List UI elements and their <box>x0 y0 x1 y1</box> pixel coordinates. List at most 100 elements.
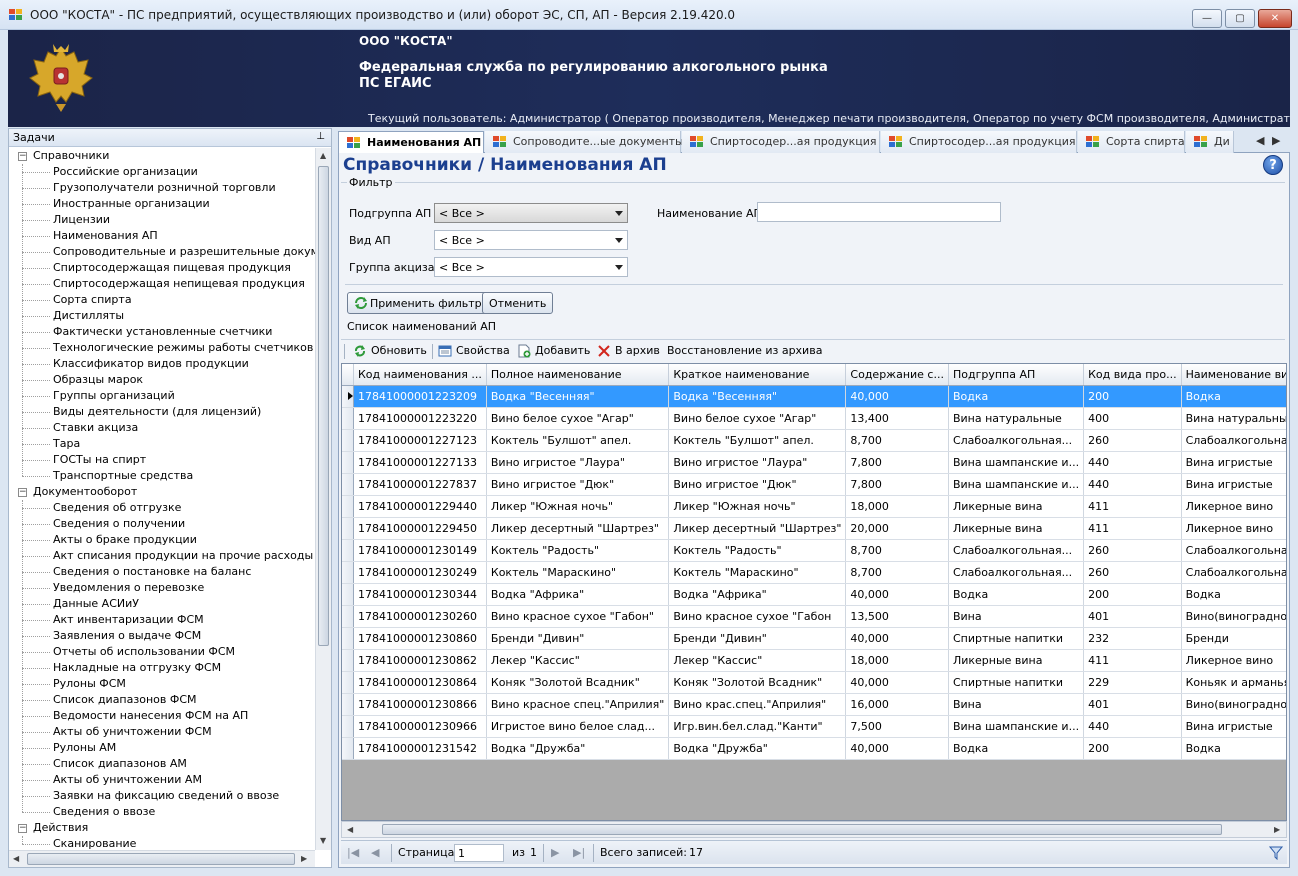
tab-1[interactable]: Сопроводите...ые документы <box>485 131 684 153</box>
table-row[interactable]: 17841000001230866 Вино красное спец."Апри… <box>342 693 1286 716</box>
tree-item[interactable]: ГОСТы на спирт <box>9 452 315 468</box>
tree-item[interactable]: Сканирование <box>9 836 315 850</box>
table-cell[interactable]: Вино игристое "Лаура" <box>486 451 670 474</box>
table-cell[interactable]: Коктель "Булшот" апел. <box>486 429 670 452</box>
last-page-icon[interactable]: ▶| <box>573 846 585 859</box>
table-cell[interactable]: 40,000 <box>845 583 949 606</box>
table-cell[interactable]: 401 <box>1083 693 1182 716</box>
tree-item[interactable]: Отчеты об использовании ФСМ <box>9 644 315 660</box>
table-cell[interactable]: Коктель "Булшот" апел. <box>668 429 847 452</box>
tab-5[interactable]: Ди <box>1186 131 1234 153</box>
scroll-left-icon[interactable]: ◀ <box>13 854 19 863</box>
table-cell[interactable]: Водка "Дружба" <box>668 737 847 760</box>
maximize-button[interactable]: ▢ <box>1225 9 1255 28</box>
table-cell[interactable]: Вино белое сухое "Агар" <box>486 407 670 430</box>
table-cell[interactable]: Игр.вин.бел.слад."Канти" <box>668 715 847 738</box>
table-row[interactable]: 17841000001223220 Вино белое сухое "Агар"… <box>342 407 1286 430</box>
help-icon[interactable]: ? <box>1263 155 1283 175</box>
table-cell[interactable]: Коняк "Золотой Всадник" <box>486 671 670 694</box>
column-header[interactable]: Код наименования ... <box>353 364 487 386</box>
tree-item[interactable]: Наименования АП <box>9 228 315 244</box>
scroll-thumb[interactable] <box>27 853 295 865</box>
table-row[interactable]: 17841000001231542 Водка "Дружба" Водка "Др… <box>342 737 1286 760</box>
table-cell[interactable]: Слабоалкогольная... <box>948 429 1085 452</box>
table-cell[interactable]: Вино белое сухое "Агар" <box>668 407 847 430</box>
table-cell[interactable]: 17841000001229450 <box>353 517 487 540</box>
tree-item[interactable]: Заявления о выдаче ФСМ <box>9 628 315 644</box>
table-cell[interactable]: 232 <box>1083 627 1182 650</box>
table-cell[interactable]: 8,700 <box>845 429 949 452</box>
table-cell[interactable]: 260 <box>1083 561 1182 584</box>
table-cell[interactable]: Ликерное вино <box>1181 649 1286 672</box>
excise-select[interactable]: < Все > <box>434 257 628 277</box>
table-cell[interactable]: Водка <box>1181 583 1286 606</box>
table-row[interactable]: 17841000001227837 Вино игристое "Дюк" Вино… <box>342 473 1286 496</box>
table-cell[interactable]: Лекер "Кассис" <box>668 649 847 672</box>
tree-group[interactable]: − Документооборот <box>9 484 315 500</box>
row-header[interactable] <box>342 715 354 738</box>
table-cell[interactable]: Водка "Весенняя" <box>486 385 670 408</box>
table-cell[interactable]: Бренди "Дивин" <box>486 627 670 650</box>
table-cell[interactable]: Вина игристые <box>1181 715 1286 738</box>
table-cell[interactable]: 440 <box>1083 715 1182 738</box>
table-cell[interactable]: 229 <box>1083 671 1182 694</box>
table-cell[interactable]: Вина натуральные <box>948 407 1085 430</box>
tree-item[interactable]: Заявки на фиксацию сведений о ввозе <box>9 788 315 804</box>
row-header[interactable] <box>342 473 354 496</box>
refresh-button[interactable]: Обновить <box>353 344 427 357</box>
table-cell[interactable]: 17841000001227133 <box>353 451 487 474</box>
table-cell[interactable]: 17841000001227837 <box>353 473 487 496</box>
scroll-thumb[interactable] <box>318 166 329 646</box>
table-cell[interactable]: Ликер "Южная ночь" <box>668 495 847 518</box>
tree-item[interactable]: Данные АСИиУ <box>9 596 315 612</box>
tree-item[interactable]: Акт списания продукции на прочие расходы <box>9 548 315 564</box>
table-cell[interactable]: 260 <box>1083 429 1182 452</box>
scroll-left-icon[interactable]: ◀ <box>347 825 353 834</box>
table-cell[interactable]: 17841000001231542 <box>353 737 487 760</box>
tree-item[interactable]: Образцы марок <box>9 372 315 388</box>
scroll-down-icon[interactable]: ▼ <box>320 836 326 845</box>
tree-group[interactable]: − Действия <box>9 820 315 836</box>
table-cell[interactable]: Вино красное сухое "Габон" <box>486 605 670 628</box>
table-cell[interactable]: 17841000001230344 <box>353 583 487 606</box>
table-cell[interactable]: Спиртные напитки <box>948 671 1085 694</box>
table-cell[interactable]: 17841000001230249 <box>353 561 487 584</box>
table-cell[interactable]: 440 <box>1083 473 1182 496</box>
tasks-vertical-scrollbar[interactable]: ▲ ▼ <box>315 148 331 850</box>
tree-item[interactable]: Виды деятельности (для лицензий) <box>9 404 315 420</box>
row-header[interactable] <box>342 451 354 474</box>
table-cell[interactable]: 40,000 <box>845 737 949 760</box>
row-header[interactable] <box>342 627 354 650</box>
table-cell[interactable]: 17841000001223220 <box>353 407 487 430</box>
next-page-icon[interactable]: ▶ <box>551 846 559 859</box>
table-cell[interactable]: 8,700 <box>845 539 949 562</box>
table-cell[interactable]: Ликер десертный "Шартрез" <box>486 517 670 540</box>
table-cell[interactable]: 18,000 <box>845 495 949 518</box>
table-cell[interactable]: Водка "Африка" <box>486 583 670 606</box>
table-cell[interactable]: Вина игристые <box>1181 473 1286 496</box>
table-cell[interactable]: Вина игристые <box>1181 451 1286 474</box>
column-header[interactable]: Краткое наименование <box>668 364 847 386</box>
tree-item[interactable]: Российские организации <box>9 164 315 180</box>
row-header[interactable] <box>342 561 354 584</box>
scroll-thumb[interactable] <box>382 824 1222 835</box>
tab-scroll-right-icon[interactable]: ▶ <box>1272 134 1280 147</box>
scroll-right-icon[interactable]: ▶ <box>301 854 307 863</box>
table-cell[interactable]: Ликерные вина <box>948 649 1085 672</box>
table-cell[interactable]: Вина шампанские и... <box>948 451 1085 474</box>
grid-horizontal-scrollbar[interactable]: ◀ ▶ <box>341 821 1287 838</box>
prev-page-icon[interactable]: ◀ <box>371 846 379 859</box>
tree-item[interactable]: Накладные на отгрузку ФСМ <box>9 660 315 676</box>
scroll-right-icon[interactable]: ▶ <box>1274 825 1280 834</box>
collapse-icon[interactable]: − <box>18 152 27 161</box>
table-cell[interactable]: 200 <box>1083 583 1182 606</box>
table-cell[interactable]: Вино(виноградное) <box>1181 605 1286 628</box>
tree-item[interactable]: Рулоны АМ <box>9 740 315 756</box>
table-row[interactable]: 17841000001230249 Коктель "Мараскино" Кокт… <box>342 561 1286 584</box>
tree-item[interactable]: Лицензии <box>9 212 315 228</box>
row-header[interactable] <box>342 385 354 408</box>
table-cell[interactable]: 440 <box>1083 451 1182 474</box>
minimize-button[interactable]: — <box>1192 9 1222 28</box>
table-cell[interactable]: Вино крас.спец."Априлия" <box>668 693 847 716</box>
table-cell[interactable]: 200 <box>1083 737 1182 760</box>
